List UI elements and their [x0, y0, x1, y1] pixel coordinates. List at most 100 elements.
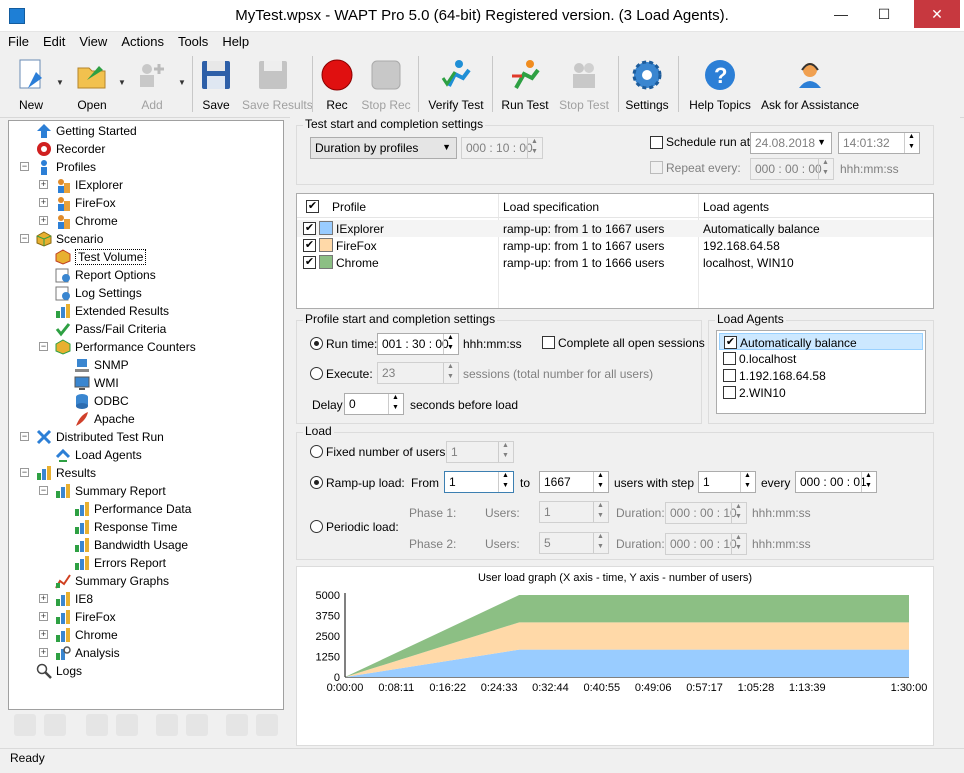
test-duration-stepper[interactable]: 000 : 10 : 00 — [461, 137, 543, 159]
menu-help[interactable]: Help — [214, 32, 255, 49]
list-item[interactable]: ✔ Automatically balance — [719, 333, 923, 350]
repeat-interval-stepper[interactable]: 000 : 00 : 00 — [750, 158, 834, 180]
tree-apache[interactable]: Apache — [76, 410, 135, 428]
tree-logs[interactable]: Logs — [36, 662, 82, 680]
run-time-radio[interactable] — [310, 337, 323, 350]
collapse-summary-icon[interactable]: − — [39, 486, 48, 495]
collapse-counters-icon[interactable]: − — [39, 342, 48, 351]
expand-analysis-icon[interactable]: + — [39, 648, 48, 657]
tree-recorder[interactable]: Recorder — [37, 140, 105, 158]
rec-button[interactable]: Rec — [318, 54, 356, 114]
expand-chrome-icon[interactable]: + — [39, 216, 48, 225]
rotate-right-icon[interactable] — [116, 714, 138, 736]
tree-odbc[interactable]: ODBC — [76, 392, 129, 410]
complete-open-checkbox[interactable] — [542, 336, 555, 349]
menu-view[interactable]: View — [71, 32, 113, 49]
menu-tools[interactable]: Tools — [170, 32, 214, 49]
periodic-load-radio[interactable] — [310, 520, 323, 533]
close-button[interactable]: ✕ — [914, 0, 960, 28]
tree-extended-results[interactable]: Extended Results — [56, 302, 169, 320]
table-row[interactable]: ✔ IExplorer ramp-up: from 1 to 1667 user… — [297, 220, 933, 237]
stop-test-button[interactable]: Stop Test — [556, 54, 612, 114]
tree-distributed[interactable]: Distributed Test Run — [36, 428, 164, 446]
select-all-checkbox[interactable]: ✔ — [306, 200, 319, 213]
profile-checkbox[interactable]: ✔ — [303, 256, 316, 269]
stepper-arrows-icon[interactable] — [527, 138, 542, 158]
report-next-icon[interactable] — [186, 714, 208, 736]
profile-checkbox[interactable]: ✔ — [303, 222, 316, 235]
save-button[interactable]: Save — [196, 54, 236, 114]
settings-button[interactable]: Settings — [624, 54, 670, 114]
tree-performance-counters[interactable]: Performance Counters — [55, 338, 196, 356]
new-button[interactable]: New — [10, 54, 52, 114]
minimize-button[interactable]: — — [825, 0, 857, 28]
ask-for-assistance-button[interactable]: Ask for Assistance — [760, 54, 860, 114]
stepper-arrows-icon[interactable] — [498, 472, 513, 492]
repeat-checkbox[interactable] — [650, 161, 663, 174]
stepper-arrows-icon[interactable] — [593, 472, 608, 492]
tree-wmi[interactable]: WMI — [74, 374, 119, 392]
agent-checkbox[interactable] — [723, 386, 736, 399]
stepper-arrows-icon[interactable] — [904, 133, 919, 153]
new-dropdown-icon[interactable]: ▼ — [56, 78, 64, 87]
expand-firefox-icon[interactable]: + — [39, 198, 48, 207]
maximize-button[interactable]: ☐ — [868, 0, 900, 28]
ramp-from-stepper[interactable]: 1 — [444, 471, 514, 493]
tree-bandwidth-usage[interactable]: Bandwidth Usage — [75, 536, 188, 554]
stepper-arrows-icon[interactable] — [861, 472, 876, 492]
run-test-button[interactable]: Run Test — [498, 54, 552, 114]
tree-pass-fail[interactable]: Pass/Fail Criteria — [55, 320, 166, 338]
stepper-arrows-icon[interactable] — [593, 533, 608, 553]
menu-actions[interactable]: Actions — [113, 32, 170, 49]
tree-results-firefox[interactable]: FireFox — [56, 608, 116, 626]
gear-delete-icon[interactable] — [256, 714, 278, 736]
ramp-step-stepper[interactable]: 1 — [698, 471, 756, 493]
execute-radio[interactable] — [310, 367, 323, 380]
open-button[interactable]: Open — [70, 54, 114, 114]
list-item[interactable]: 2.WIN10 — [719, 384, 923, 401]
help-topics-button[interactable]: ? Help Topics — [684, 54, 756, 114]
stepper-arrows-icon[interactable] — [443, 334, 458, 354]
agent-checkbox[interactable] — [723, 369, 736, 382]
add-button[interactable]: Add — [132, 54, 172, 114]
tree-scenario[interactable]: Scenario — [36, 230, 103, 248]
stepper-arrows-icon[interactable] — [731, 503, 746, 523]
verify-test-button[interactable]: Verify Test — [424, 54, 488, 114]
table-row[interactable]: ✔ FireFox ramp-up: from 1 to 1667 users … — [297, 237, 933, 254]
ramp-up-radio[interactable] — [310, 476, 323, 489]
ramp-to-stepper[interactable]: 1667 — [539, 471, 609, 493]
agent-checkbox[interactable] — [723, 352, 736, 365]
add-dropdown-icon[interactable]: ▼ — [178, 78, 186, 87]
fixed-load-radio[interactable] — [310, 445, 323, 458]
open-dropdown-icon[interactable]: ▼ — [118, 78, 126, 87]
menu-file[interactable]: File — [0, 32, 35, 49]
phase2-users-stepper[interactable]: 5 — [539, 532, 609, 554]
expand-firefox-results-icon[interactable]: + — [39, 612, 48, 621]
tree-summary-report[interactable]: Summary Report — [56, 482, 166, 500]
list-item[interactable]: 1.192.168.64.58 — [719, 367, 923, 384]
collapse-scenario-icon[interactable]: − — [20, 234, 29, 243]
schedule-checkbox[interactable] — [650, 136, 663, 149]
run-time-stepper[interactable]: 001 : 30 : 00 — [377, 333, 459, 355]
report-prev-icon[interactable] — [156, 714, 178, 736]
stepper-arrows-icon[interactable] — [498, 442, 513, 462]
agent-checkbox[interactable]: ✔ — [724, 336, 737, 349]
table-row[interactable]: ✔ Chrome ramp-up: from 1 to 1666 users l… — [297, 254, 933, 271]
collapse-results-icon[interactable]: − — [20, 468, 29, 477]
tree-chrome[interactable]: Chrome — [58, 212, 118, 230]
tree-iexplorer[interactable]: IExplorer — [58, 176, 123, 194]
profile-checkbox[interactable]: ✔ — [303, 239, 316, 252]
execute-stepper[interactable]: 23 — [377, 362, 459, 384]
stepper-arrows-icon[interactable] — [818, 159, 833, 179]
move-left-icon[interactable] — [14, 714, 36, 736]
tree-analysis[interactable]: Analysis — [56, 644, 120, 662]
save-results-button[interactable]: Save Results — [242, 54, 313, 114]
tree-getting-started[interactable]: Getting Started — [37, 122, 137, 140]
tree-results[interactable]: Results — [37, 464, 96, 482]
ramp-every-stepper[interactable]: 000 : 00 : 01 — [795, 471, 877, 493]
tree-log-settings[interactable]: Log Settings — [55, 284, 142, 302]
tree-test-volume[interactable]: Test Volume — [55, 248, 147, 266]
tree-report-options[interactable]: Report Options — [55, 266, 156, 284]
collapse-profiles-icon[interactable]: − — [20, 162, 29, 171]
tree-snmp[interactable]: SNMP — [75, 356, 129, 374]
